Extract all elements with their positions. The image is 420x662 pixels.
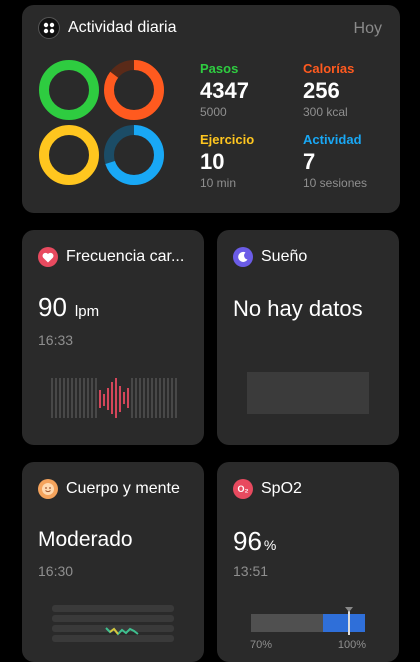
mind-stress-chart (52, 605, 174, 642)
stat-label: Actividad (303, 132, 362, 147)
mind-header: Cuerpo y mente (38, 479, 180, 499)
heart-title: Frecuencia car... (66, 248, 185, 265)
stat-value: 10 (200, 149, 225, 174)
sleep-placeholder-chart (247, 372, 369, 414)
spo2-marker (348, 611, 350, 635)
mind-title: Cuerpo y mente (66, 480, 180, 497)
sleep-header: Sueño (233, 247, 307, 267)
date-label[interactable]: Hoy (354, 20, 382, 38)
stat-label: Calorías (303, 61, 355, 76)
mind-value: Moderado (38, 528, 133, 551)
stat-steps: Pasos 4347 5000 (200, 61, 249, 119)
heart-waveform (51, 378, 177, 418)
sleep-value: No hay datos (233, 296, 363, 321)
sleep-card[interactable]: Sueño No hay datos (217, 230, 399, 445)
moon-icon (233, 247, 253, 267)
activity-card[interactable]: Actividad diaria Hoy Pasos 4347 5000 Cal… (22, 5, 400, 213)
spo2-marker-tip (345, 607, 353, 612)
stat-label: Pasos (200, 61, 239, 76)
spo2-value: 96 (233, 526, 262, 556)
activity-header: Actividad diaria (38, 17, 177, 39)
stat-value: 256 (303, 78, 340, 103)
heart-rate-card[interactable]: Frecuencia car... 90 lpm 16:33 (22, 230, 204, 445)
spo2-range-bar (251, 607, 365, 635)
stat-activity: Actividad 7 10 sesiones (303, 132, 367, 190)
heart-unit: lpm (74, 303, 100, 320)
stat-goal: 5000 (200, 105, 227, 119)
spo2-title: SpO2 (261, 480, 302, 497)
spo2-card[interactable]: O₂ SpO2 96 % 13:51 70% 100% (217, 462, 399, 662)
ring-exercise (39, 125, 99, 185)
heart-icon (38, 247, 58, 267)
heart-time: 16:33 (38, 332, 74, 348)
smiley-icon (38, 479, 58, 499)
stat-value: 7 (303, 149, 316, 174)
heart-header: Frecuencia car... (38, 247, 184, 267)
stat-exercise: Ejercicio 10 10 min (200, 132, 254, 190)
activity-rings (39, 60, 164, 185)
heart-value: 90 (38, 292, 67, 322)
activity-icon (38, 17, 60, 39)
spo2-header: O₂ SpO2 (233, 479, 302, 499)
body-mind-card[interactable]: Cuerpo y mente Moderado 16:30 (22, 462, 204, 662)
stat-goal: 10 sesiones (303, 176, 368, 190)
stat-goal: 10 min (200, 176, 237, 190)
stat-goal: 300 kcal (303, 105, 348, 119)
spo2-max-label: 100% (337, 639, 366, 651)
stat-calories: Calorías 256 300 kcal (303, 61, 354, 119)
spo2-range-fill (323, 614, 365, 632)
stat-value: 4347 (200, 78, 249, 103)
spo2-unit: % (263, 537, 277, 553)
spo2-value-row: 96 % (233, 526, 276, 557)
spo2-time: 13:51 (233, 563, 269, 579)
ring-steps (39, 60, 99, 120)
heart-value-row: 90 lpm (38, 292, 99, 323)
sleep-title: Sueño (261, 248, 308, 265)
mind-time: 16:30 (38, 563, 74, 579)
activity-title: Actividad diaria (68, 19, 177, 36)
spo2-min-label: 70% (250, 639, 273, 651)
stat-label: Ejercicio (200, 132, 255, 147)
o2-icon: O₂ (233, 479, 253, 499)
